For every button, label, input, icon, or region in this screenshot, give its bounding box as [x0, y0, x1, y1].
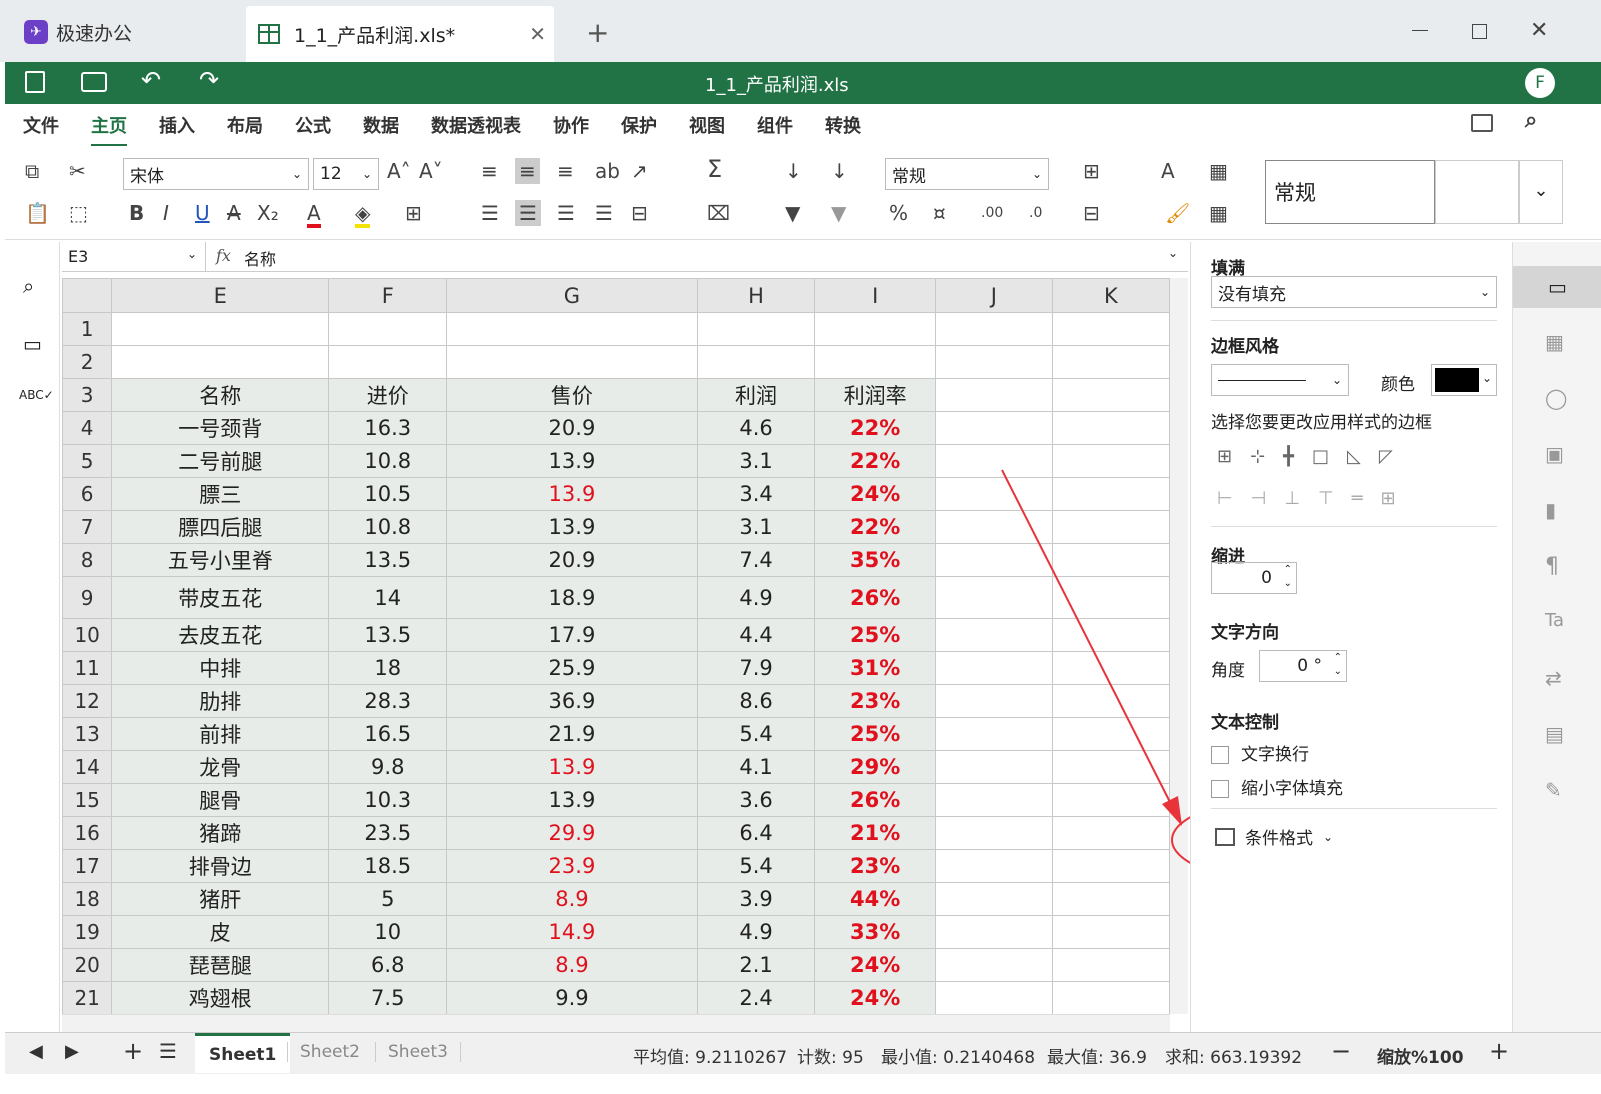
signature-settings-icon[interactable]: ✎	[1545, 778, 1562, 802]
status-count: 计数: 95	[797, 1048, 864, 1068]
status-average: 平均值: 9.2110267	[633, 1048, 788, 1068]
fill-value: 没有填充	[1218, 284, 1286, 305]
angle-label: 角度	[1211, 661, 1245, 681]
indent-value: 0	[1261, 568, 1272, 588]
zoom-level: 缩放%100	[1377, 1048, 1464, 1068]
shrink-text-option[interactable]: 缩小字体填充	[1211, 774, 1343, 799]
divider	[1211, 808, 1497, 809]
sheet-tab-3[interactable]: Sheet3	[375, 1042, 461, 1062]
indent-stepper[interactable]: 0 ⌃ ⌄	[1211, 562, 1297, 594]
divider	[1211, 526, 1497, 527]
divider	[1211, 320, 1497, 321]
chevron-down-icon: ⌄	[1323, 829, 1334, 844]
next-sheet-icon[interactable]: ▶	[65, 1041, 79, 1062]
wrap-text-option[interactable]: 文字换行	[1211, 740, 1309, 765]
sheet-list-icon[interactable]: ☰	[159, 1039, 177, 1063]
image-settings-icon[interactable]: ▣	[1545, 442, 1564, 466]
add-sheet-icon[interactable]: +	[123, 1037, 143, 1065]
status-max: 最大值: 36.9	[1047, 1048, 1147, 1068]
chart-settings-icon[interactable]: ▮	[1545, 498, 1556, 522]
conditional-format-button[interactable]: 条件格式 ⌄	[1215, 824, 1333, 849]
border-buttons-row1: ⊞⊹╋□◺◸	[1217, 446, 1411, 467]
cell-settings-icon[interactable]: ▭	[1513, 266, 1601, 308]
sheet-tab-2[interactable]: Sheet2	[287, 1042, 372, 1062]
wrap-label: 文字换行	[1241, 745, 1309, 765]
border-line-select[interactable]: ⌄	[1211, 364, 1349, 396]
paragraph-settings-icon[interactable]: ¶	[1545, 554, 1559, 579]
zoom-in-icon[interactable]: +	[1489, 1037, 1509, 1065]
zoom-out-icon[interactable]: −	[1331, 1037, 1351, 1065]
status-bar: ◀ ▶ + ☰ Sheet1 Sheet2 Sheet3 平均值: 9.2110…	[5, 1032, 1601, 1074]
textart-settings-icon[interactable]: Ta	[1545, 610, 1564, 631]
angle-value: 0 °	[1297, 656, 1322, 676]
status-min: 最小值: 0.2140468	[881, 1048, 1036, 1068]
shrink-checkbox[interactable]	[1211, 780, 1229, 798]
border-hint: 选择您要更改应用样式的边框	[1211, 413, 1432, 433]
sheet-tab-1[interactable]: Sheet1	[195, 1033, 291, 1073]
angle-stepper[interactable]: 0 ° ⌃ ⌄	[1259, 650, 1347, 682]
annotation-arrow	[1001, 469, 1177, 815]
panel-side-tabs: ▭ ▦ ◯ ▣ ▮ ¶ Ta ⇄ ▤ ✎	[1512, 242, 1601, 1032]
text-control-title: 文本控制	[1211, 713, 1279, 733]
border-color-picker[interactable]: ⌄	[1431, 364, 1497, 396]
fill-select[interactable]: 没有填充 ⌄	[1211, 276, 1497, 308]
conditional-format-label: 条件格式	[1245, 829, 1313, 849]
direction-title: 文字方向	[1211, 623, 1279, 643]
wrap-checkbox[interactable]	[1211, 746, 1229, 764]
slicer-settings-icon[interactable]: ▤	[1545, 722, 1564, 746]
cell-settings-panel: 填满 没有填充 ⌄ 边框风格 ⌄ 颜色 ⌄ 选择您要更改应用样式的边框 ⊞⊹╋□◺…	[1190, 242, 1512, 1032]
prev-sheet-icon[interactable]: ◀	[29, 1041, 43, 1062]
conditional-format-icon	[1215, 827, 1235, 846]
line-sample-icon	[1218, 379, 1306, 381]
shape-settings-icon[interactable]: ◯	[1545, 386, 1567, 410]
border-style-title: 边框风格	[1211, 337, 1279, 357]
color-label: 颜色	[1381, 375, 1415, 395]
border-buttons-row2: ⊢⊣⊥⊤═⊞	[1217, 488, 1414, 509]
shrink-label: 缩小字体填充	[1241, 779, 1343, 799]
pivot-settings-icon[interactable]: ⇄	[1545, 666, 1562, 690]
table-settings-icon[interactable]: ▦	[1545, 330, 1564, 354]
status-sum: 求和: 663.19392	[1165, 1048, 1303, 1068]
annotation-arrowhead	[1162, 796, 1182, 826]
